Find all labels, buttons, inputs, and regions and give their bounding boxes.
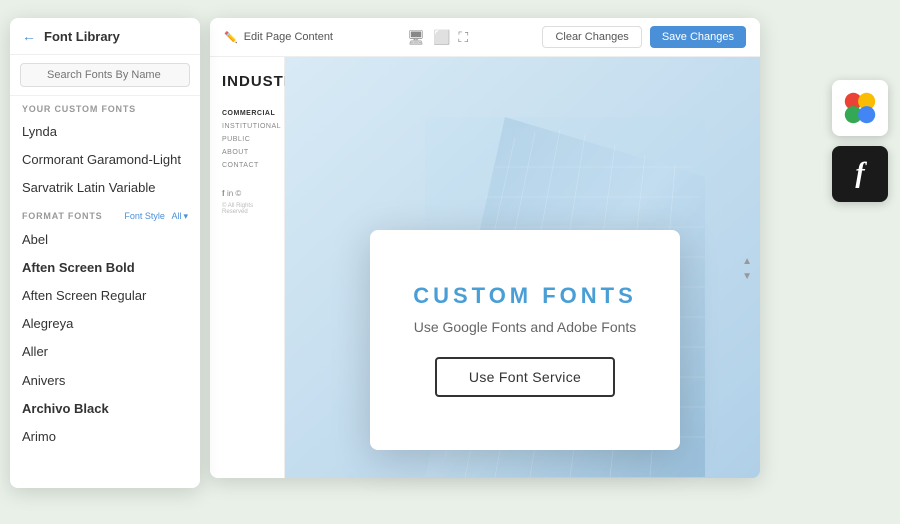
editor-title-text: Edit Page Content — [244, 31, 333, 43]
google-fonts-icon-box[interactable] — [832, 80, 888, 136]
back-arrow-icon[interactable]: ← — [22, 28, 36, 44]
format-font-arimo[interactable]: Arimo — [10, 423, 200, 451]
use-font-service-button[interactable]: Use Font Service — [435, 357, 615, 397]
editor-header: ✏️ Edit Page Content 🖥 ⬜ ⛶ Clear Changes… — [210, 18, 760, 57]
format-fonts-header: FORMAT FONTS Font Style All ▾ — [10, 203, 200, 226]
clear-changes-button[interactable]: Clear Changes — [542, 26, 641, 48]
format-font-aller[interactable]: Aller — [10, 338, 200, 366]
social-f-icon: 𝐟 in © — [222, 189, 272, 199]
search-input[interactable] — [20, 63, 190, 87]
search-container — [10, 55, 200, 96]
adobe-fonts-f-icon: f — [855, 158, 864, 190]
copyright: © All Rights Reserved — [222, 203, 272, 215]
modal-title: CUSTOM FONTS — [413, 283, 637, 309]
expand-icon[interactable]: ⛶ — [458, 29, 468, 46]
nav-public[interactable]: PUBLIC — [222, 136, 272, 143]
chevron-down-icon: ▾ — [183, 211, 188, 222]
scroll-up-icon[interactable]: ▲ — [742, 256, 752, 267]
format-font-abel[interactable]: Abel — [10, 226, 200, 254]
nav-commercial[interactable]: COMMERCIAL — [222, 110, 272, 117]
format-font-alegreya[interactable]: Alegreya — [10, 310, 200, 338]
custom-font-lynda[interactable]: Lynda — [10, 118, 200, 146]
site-logo: INDUSTRY — [222, 73, 272, 90]
format-font-aften-bold[interactable]: Aften Screen Bold — [10, 254, 200, 282]
format-fonts-label: FORMAT FONTS — [22, 211, 102, 221]
website-sidebar: INDUSTRY COMMERCIAL INSTITUTIONAL PUBLIC… — [210, 57, 285, 478]
format-font-anivers[interactable]: Anivers — [10, 367, 200, 395]
format-font-aften-regular[interactable]: Aften Screen Regular — [10, 282, 200, 310]
site-footer: 𝐟 in © © All Rights Reserved — [222, 189, 272, 215]
scroll-indicator: ▲ ▼ — [742, 256, 752, 282]
monitor-icon[interactable]: 🖥 — [407, 29, 425, 46]
font-style-selector[interactable]: Font Style All ▾ — [124, 211, 188, 222]
custom-fonts-modal: CUSTOM FONTS Use Google Fonts and Adobe … — [370, 230, 680, 450]
editor-title: ✏️ Edit Page Content — [224, 31, 333, 44]
editor-actions: Clear Changes Save Changes — [542, 26, 746, 48]
format-font-archivo[interactable]: Archivo Black — [10, 395, 200, 423]
nav-institutional[interactable]: INSTITUTIONAL — [222, 123, 272, 130]
scroll-down-icon[interactable]: ▼ — [742, 271, 752, 282]
panel-header: ← Font Library — [10, 18, 200, 55]
font-library-panel: ← Font Library 🔍 YOUR CUSTOM FONTS Lynda… — [10, 18, 200, 488]
adobe-fonts-icon-box[interactable]: f — [832, 146, 888, 202]
search-wrapper: 🔍 — [10, 55, 200, 96]
font-style-value: All — [171, 211, 181, 221]
tablet-icon[interactable]: ⬜ — [433, 29, 450, 46]
font-style-label: Font Style — [124, 211, 165, 221]
main-container: ← Font Library 🔍 YOUR CUSTOM FONTS Lynda… — [0, 0, 900, 524]
editor-controls: 🖥 ⬜ ⛶ — [407, 29, 468, 46]
service-icons: f — [832, 80, 888, 202]
modal-subtitle: Use Google Fonts and Adobe Fonts — [414, 319, 637, 335]
nav-about[interactable]: ABOUT — [222, 149, 272, 156]
panel-title: Font Library — [44, 29, 120, 44]
edit-icon: ✏️ — [224, 31, 238, 44]
custom-font-sarvatrik[interactable]: Sarvatrik Latin Variable — [10, 174, 200, 202]
nav-contact[interactable]: CONTACT — [222, 162, 272, 169]
save-changes-button[interactable]: Save Changes — [650, 26, 746, 48]
custom-font-cormorant[interactable]: Cormorant Garamond-Light — [10, 146, 200, 174]
google-fonts-svg — [841, 89, 879, 127]
custom-fonts-label: YOUR CUSTOM FONTS — [10, 96, 200, 118]
